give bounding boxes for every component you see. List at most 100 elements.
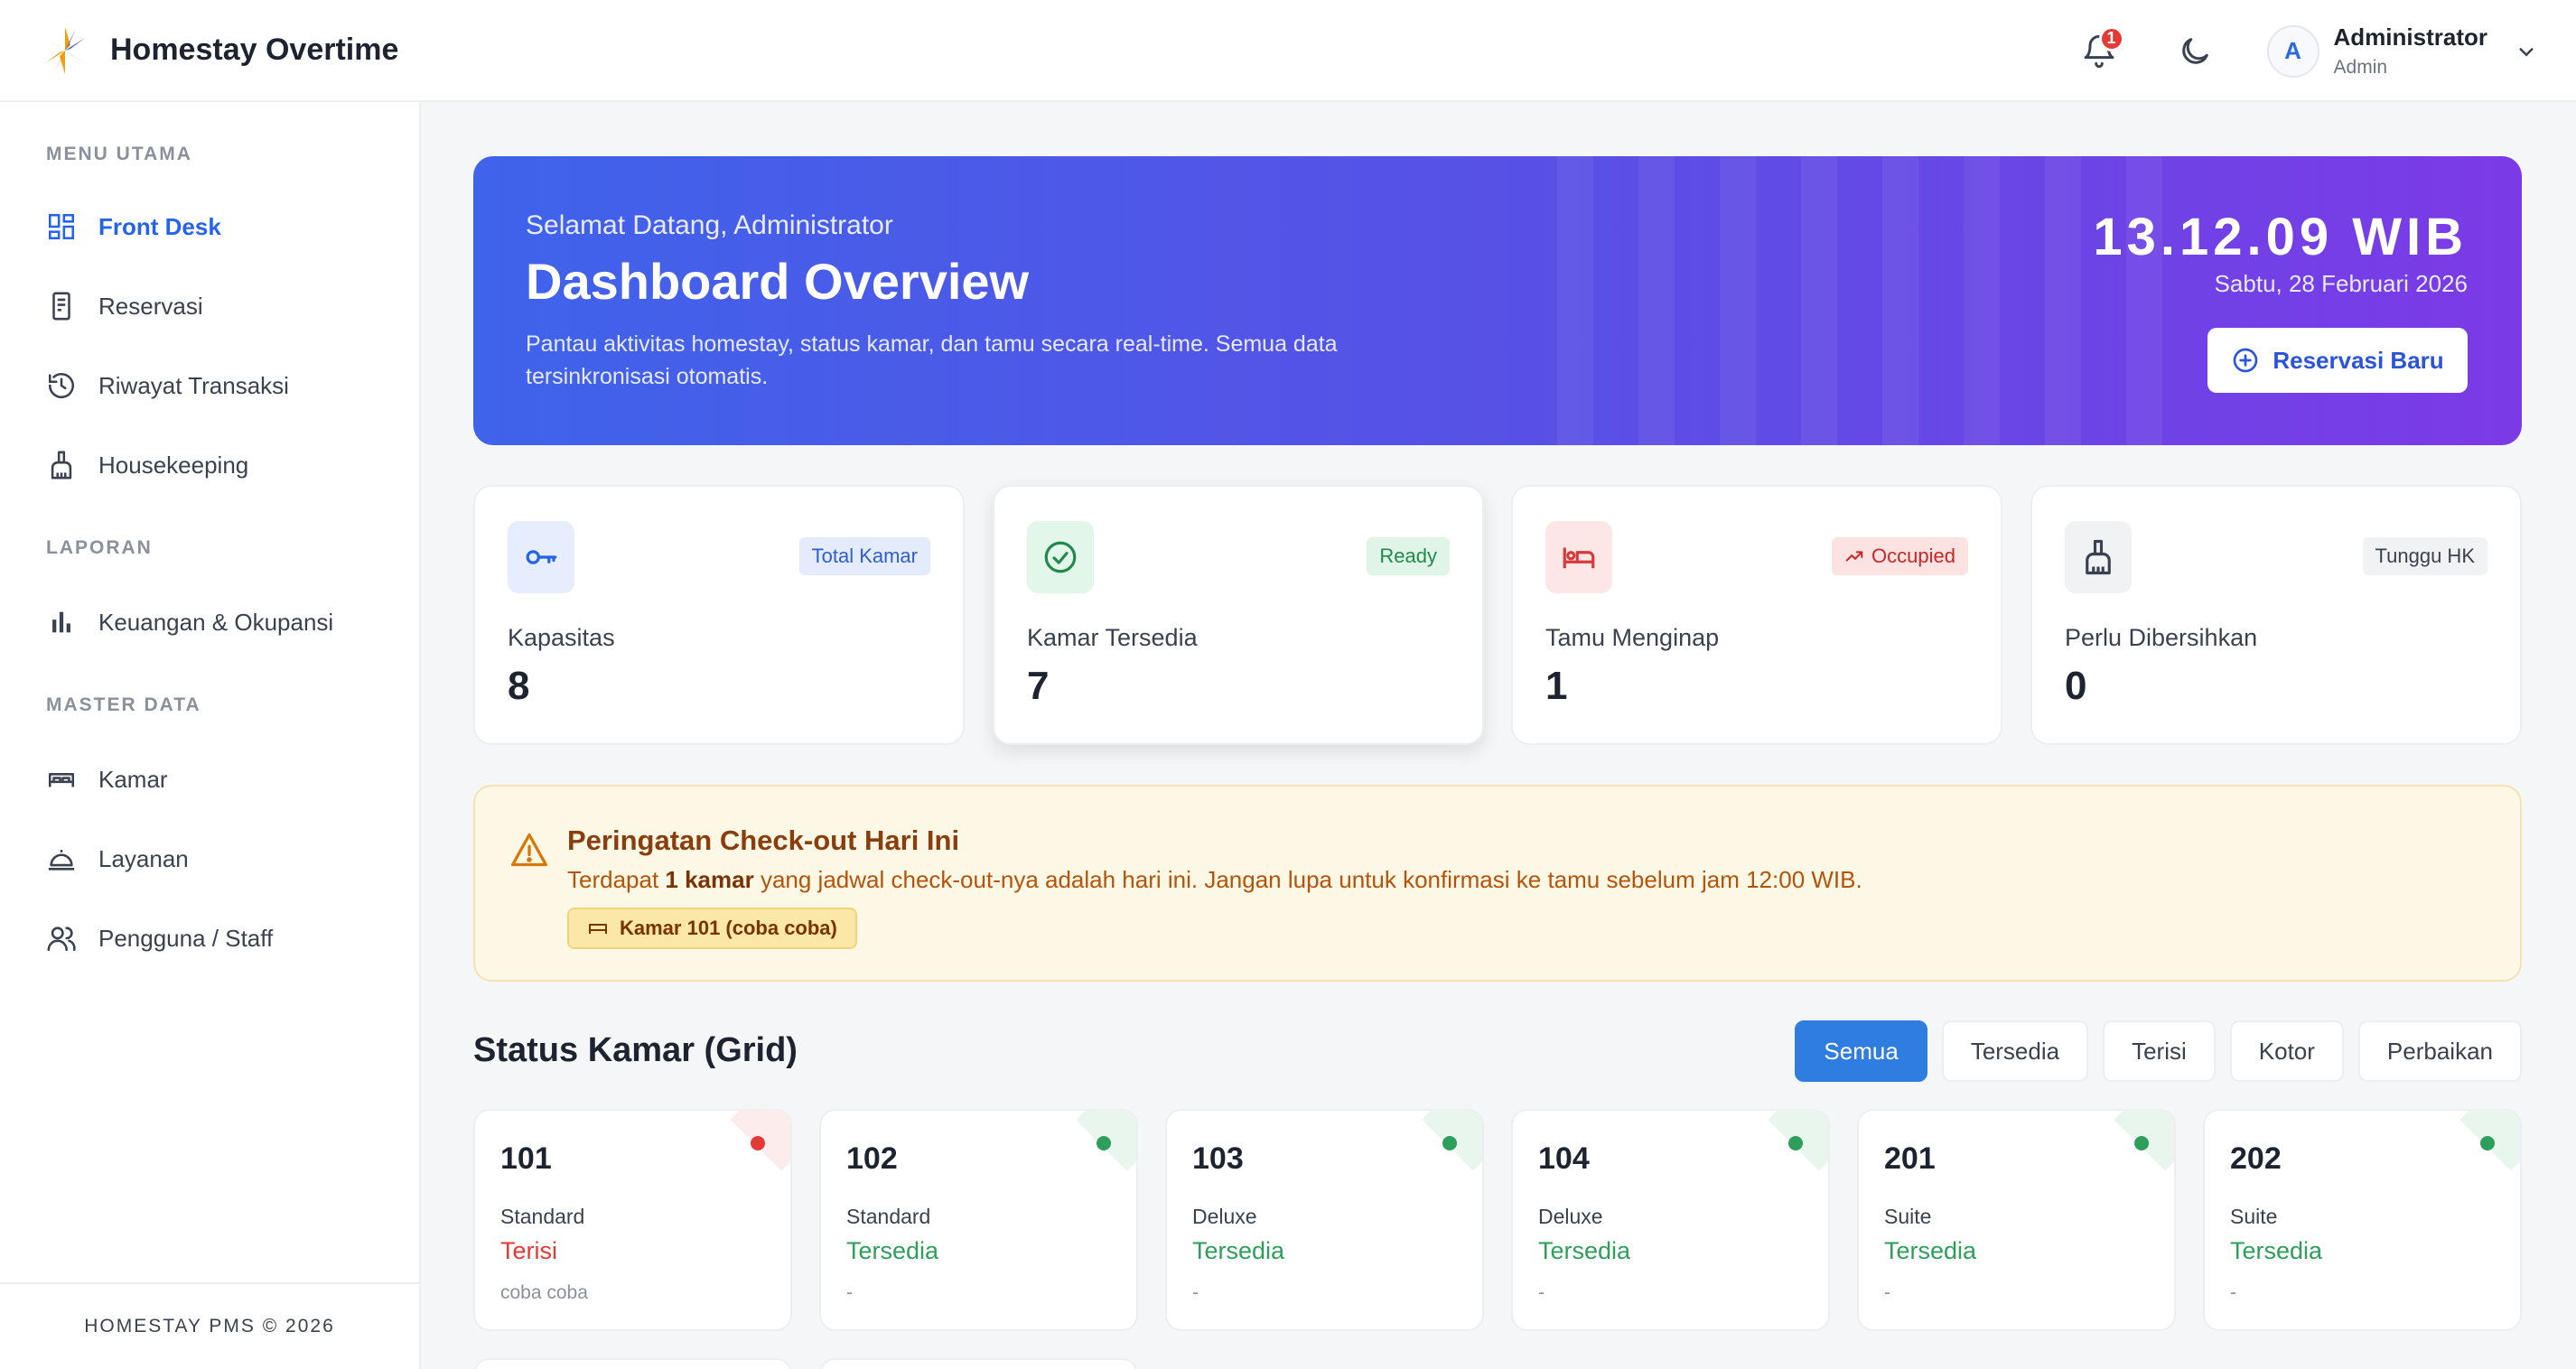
room-number: 201 <box>1884 1141 1936 1176</box>
trending-up-icon <box>1845 551 1863 562</box>
warning-title: Peringatan Check-out Hari Ini <box>567 824 960 856</box>
notification-badge: 1 <box>2098 25 2124 51</box>
room-filter-tabs: Semua Tersedia Terisi Kotor Perbaikan <box>1780 1020 2522 1082</box>
status-badge: Occupied <box>1832 537 1968 575</box>
bed-icon <box>589 924 607 934</box>
checkout-room-label: Kamar 101 (coba coba) <box>620 917 837 939</box>
stat-label: Perlu Dibersihkan <box>2065 624 2258 651</box>
sidebar-item-label: Keuangan & Okupansi <box>98 608 334 636</box>
stat-card-tamu-menginap: Occupied Tamu Menginap 1 <box>1511 485 2002 745</box>
user-name: Administrator <box>2333 23 2487 51</box>
stat-label: Tamu Menginap <box>1545 624 1720 651</box>
room-card[interactable]: 101 Standard Terisi coba coba <box>473 1109 792 1331</box>
room-type: Standard <box>500 1205 585 1228</box>
warning-text: Terdapat <box>567 866 666 893</box>
checkout-room-chip[interactable]: Kamar 101 (coba coba) <box>567 908 857 949</box>
filter-tab-perbaikan[interactable]: Perbaikan <box>2357 1020 2522 1082</box>
new-reservation-label: Reservasi Baru <box>2273 346 2444 374</box>
sidebar-item-reservasi[interactable]: Reservasi <box>46 284 203 329</box>
sidebar: MENU UTAMA Front Desk Reservasi Riwayat … <box>0 102 421 1369</box>
stat-card-kamar-tersedia: Ready Kamar Tersedia 7 <box>993 485 1484 745</box>
filter-tab-semua[interactable]: Semua <box>1795 1020 1927 1082</box>
room-card[interactable]: 201 Suite Tersedia - <box>1857 1109 2176 1331</box>
warning-icon <box>511 833 547 867</box>
room-status: Tersedia <box>1192 1237 1285 1264</box>
stat-value: 0 <box>2065 664 2087 708</box>
room-status: Tersedia <box>846 1237 939 1264</box>
status-dot <box>1442 1136 1457 1150</box>
room-card-partial[interactable] <box>473 1358 792 1369</box>
stat-value: 8 <box>508 664 530 708</box>
booking-icon <box>52 292 70 321</box>
welcome-greeting: Selamat Datang, Administrator <box>526 210 893 240</box>
section-title-room-status: Status Kamar (Grid) <box>473 1031 798 1069</box>
banner-description: Pantau aktivitas homestay, status kamar,… <box>526 331 1338 389</box>
section-label-master-data: MASTER DATA <box>46 694 201 715</box>
sidebar-item-keuangan-okupansi[interactable]: Keuangan & Okupansi <box>46 600 333 645</box>
stat-value: 1 <box>1545 664 1568 708</box>
room-card[interactable]: 103 Deluxe Tersedia - <box>1165 1109 1484 1331</box>
avatar: A <box>2266 24 2319 78</box>
warning-highlight: 1 kamar <box>665 866 754 893</box>
section-label-menu-utama: MENU UTAMA <box>46 144 192 164</box>
room-card[interactable]: 102 Standard Tersedia - <box>819 1109 1138 1331</box>
sidebar-item-label: Riwayat Transaksi <box>98 371 289 399</box>
brand[interactable]: Homestay Overtime <box>38 23 398 78</box>
filter-tab-tersedia[interactable]: Tersedia <box>1941 1020 2089 1082</box>
room-number: 101 <box>500 1141 552 1176</box>
status-badge: Ready <box>1367 537 1450 575</box>
room-card-partial[interactable] <box>819 1358 1138 1369</box>
bed-icon <box>1563 547 1595 569</box>
stat-icon-box <box>2065 521 2132 593</box>
status-dot <box>1788 1136 1803 1150</box>
room-guest: - <box>1884 1282 1890 1303</box>
checkout-warning: Peringatan Check-out Hari Ini Terdapat 1… <box>473 785 2522 982</box>
new-reservation-button[interactable]: Reservasi Baru <box>2207 328 2468 393</box>
room-card[interactable]: 104 Deluxe Tersedia - <box>1511 1109 1830 1331</box>
room-type: Deluxe <box>1538 1205 1603 1228</box>
sidebar-item-front-desk[interactable]: Front Desk <box>46 204 221 249</box>
room-card[interactable]: 202 Suite Tersedia - <box>2203 1109 2522 1331</box>
stat-icon-box <box>1027 521 1094 593</box>
room-guest: - <box>2230 1282 2236 1303</box>
room-type: Standard <box>846 1205 931 1228</box>
logo-icon <box>45 26 85 74</box>
bar-chart-icon <box>52 611 70 633</box>
sidebar-item-layanan[interactable]: Layanan <box>46 836 189 881</box>
sidebar-item-riwayat-transaksi[interactable]: Riwayat Transaksi <box>46 363 289 408</box>
history-icon <box>48 373 75 399</box>
room-number: 103 <box>1192 1141 1244 1176</box>
room-status: Tersedia <box>2230 1237 2323 1264</box>
room-number: 104 <box>1538 1141 1590 1176</box>
stat-label: Kapasitas <box>508 624 615 651</box>
notification-button[interactable]: 1 <box>2072 24 2126 79</box>
current-date: Sabtu, 28 Februari 2026 <box>2214 270 2468 297</box>
room-number: 202 <box>2230 1141 2282 1176</box>
sidebar-item-pengguna-staff[interactable]: Pengguna / Staff <box>46 916 273 961</box>
filter-tab-kotor[interactable]: Kotor <box>2229 1020 2344 1082</box>
moon-icon <box>2181 37 2208 64</box>
sidebar-item-label: Reservasi <box>98 292 203 320</box>
top-bar: Homestay Overtime 1 A Administrator Admi… <box>0 0 2576 102</box>
bed-icon <box>48 773 75 787</box>
warning-text: yang jadwal check-out-nya adalah hari in… <box>753 866 1862 893</box>
plus-circle-icon <box>2233 348 2258 373</box>
broom-icon <box>51 451 72 480</box>
banner-decoration <box>1557 156 2189 445</box>
sidebar-item-kamar[interactable]: Kamar <box>46 757 168 802</box>
room-type: Suite <box>2230 1205 2278 1228</box>
sidebar-item-housekeeping[interactable]: Housekeeping <box>46 442 248 488</box>
dark-mode-toggle[interactable] <box>2168 24 2222 79</box>
stat-card-perlu-dibersihkan: Tunggu HK Perlu Dibersihkan 0 <box>2030 485 2522 745</box>
room-status: Tersedia <box>1884 1237 1977 1264</box>
stat-icon-box <box>508 521 574 593</box>
users-icon <box>47 927 76 952</box>
room-guest: coba coba <box>500 1282 588 1303</box>
chevron-down-icon <box>2519 47 2534 57</box>
room-type: Suite <box>1884 1205 1932 1228</box>
filter-tab-terisi[interactable]: Terisi <box>2103 1020 2216 1082</box>
status-dot <box>751 1136 765 1150</box>
status-dot <box>2134 1136 2149 1150</box>
user-menu[interactable]: A Administrator Admin <box>2266 23 2540 79</box>
room-guest: - <box>1538 1282 1545 1303</box>
